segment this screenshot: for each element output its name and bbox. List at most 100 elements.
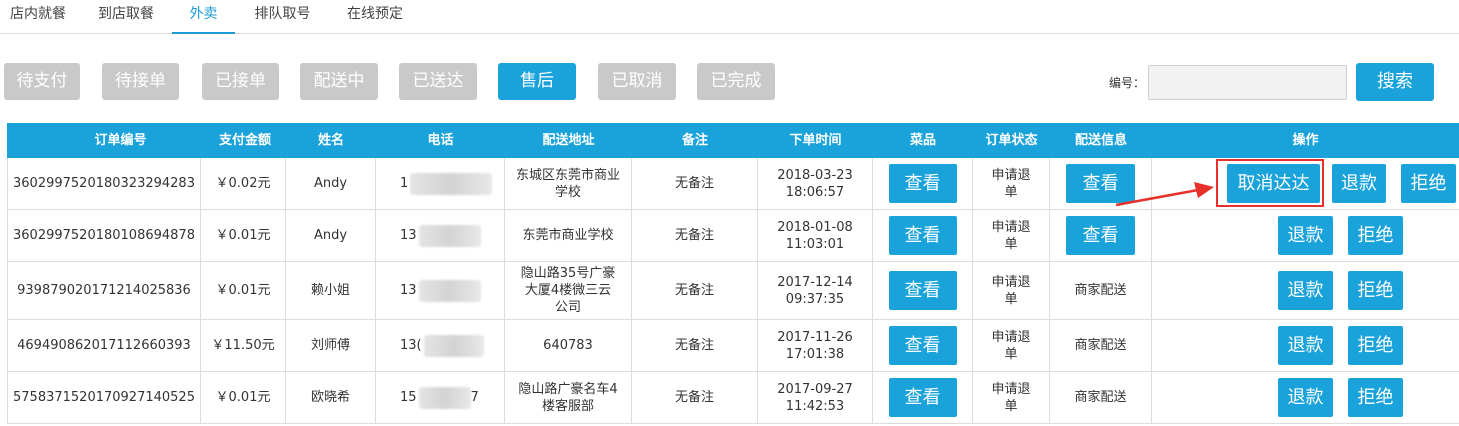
delivery-info-cell: 商家配送 — [1050, 372, 1152, 423]
phone-redacted-blur — [418, 279, 481, 302]
reject-button[interactable]: 拒绝 — [1348, 326, 1403, 365]
table-row: 469490862017112660393 ￥11.50元 刘师傅 13( 64… — [7, 320, 1459, 372]
order-time-cell: 2017-11-26 17:01:38 — [758, 320, 873, 371]
order-time: 2018-01-08 11:03:01 — [777, 219, 853, 252]
filter-accepted-button[interactable]: 已接单 — [202, 63, 279, 100]
header-name: 姓名 — [317, 133, 344, 148]
address-cell: 东城区东莞市商业学校 — [505, 158, 632, 209]
amount-cell: ￥0.01元 — [201, 262, 286, 319]
dishes-cell: 查看 — [873, 158, 973, 209]
phone-visible-digits: 13( — [400, 338, 422, 353]
tab-dine-in[interactable]: 店内就餐 — [0, 0, 76, 34]
refund-button[interactable]: 退款 — [1278, 326, 1333, 365]
filter-delivering-button[interactable]: 配送中 — [300, 63, 378, 100]
order-status: 申请退单 — [991, 219, 1031, 252]
reject-button[interactable]: 拒绝 — [1348, 271, 1403, 310]
view-delivery-button[interactable]: 查看 — [1066, 216, 1135, 255]
table-row: 3602997520180323294283 ￥0.02元 Andy 1 东城区… — [7, 158, 1459, 210]
order-number-cell: 3602997520180108694878 — [7, 210, 201, 261]
order-time: 2018-03-23 18:06:57 — [777, 167, 853, 200]
header-order-status: 订单状态 — [985, 133, 1038, 148]
order-number-cell: 3602997520180323294283 — [7, 158, 201, 209]
filter-pending-accept-button[interactable]: 待接单 — [102, 63, 179, 100]
phone-redacted-blur — [410, 172, 493, 195]
orders-table: 订单编号 支付金额 姓名 电话 配送地址 备注 下单时间 菜品 订单状态 配送信… — [7, 123, 1459, 424]
order-status: 申请退单 — [991, 274, 1031, 307]
tab-reservation[interactable]: 在线预定 — [331, 0, 419, 34]
phone-visible-digits: 13 — [400, 228, 417, 243]
reject-button[interactable]: 拒绝 — [1348, 216, 1403, 255]
table-header: 订单编号 支付金额 姓名 电话 配送地址 备注 下单时间 菜品 订单状态 配送信… — [7, 123, 1459, 158]
name-cell: Andy — [286, 210, 376, 261]
amount-cell: ￥0.02元 — [201, 158, 286, 209]
order-number-cell: 469490862017112660393 — [7, 320, 201, 371]
order-number-search-input[interactable] — [1148, 65, 1347, 100]
header-amount: 支付金额 — [218, 133, 271, 148]
address-cell: 640783 — [505, 320, 632, 371]
refund-button[interactable]: 退款 — [1278, 271, 1333, 310]
view-dishes-button[interactable]: 查看 — [888, 216, 957, 255]
header-note: 备注 — [681, 133, 708, 148]
status-cell: 申请退单 — [973, 372, 1050, 423]
header-order-time: 下单时间 — [789, 133, 842, 148]
phone-visible-digits: 13 — [400, 283, 417, 298]
tab-takeaway[interactable]: 外卖 — [172, 0, 235, 34]
tab-pickup[interactable]: 到店取餐 — [81, 0, 171, 34]
phone-visible-suffix: 7 — [470, 390, 479, 405]
name-cell: 刘师傅 — [286, 320, 376, 371]
view-dishes-button[interactable]: 查看 — [888, 271, 957, 310]
actions-cell: 退款 拒绝 — [1152, 262, 1459, 319]
red-arrow-icon — [1115, 182, 1214, 207]
phone-redacted-blur — [418, 386, 471, 409]
view-dishes-button[interactable]: 查看 — [888, 326, 957, 365]
amount-cell: ￥0.01元 — [201, 372, 286, 423]
header-address: 配送地址 — [542, 133, 595, 148]
phone-cell: 13( — [376, 320, 505, 371]
reject-button[interactable]: 拒绝 — [1401, 164, 1456, 203]
reject-button[interactable]: 拒绝 — [1348, 378, 1403, 417]
address-text: 隐山路广豪名车4楼客服部 — [518, 381, 618, 414]
filter-delivered-button[interactable]: 已送达 — [399, 63, 477, 100]
note-cell: 无备注 — [632, 262, 758, 319]
refund-button[interactable]: 退款 — [1278, 216, 1333, 255]
red-highlight-box — [1216, 159, 1324, 207]
refund-button[interactable]: 退款 — [1332, 164, 1386, 203]
name-cell: 赖小姐 — [286, 262, 376, 319]
dishes-cell: 查看 — [873, 262, 973, 319]
phone-cell: 15 7 — [376, 372, 505, 423]
phone-cell: 13 — [376, 262, 505, 319]
phone-redacted-blur — [418, 224, 481, 247]
table-row: 3602997520180108694878 ￥0.01元 Andy 13 东莞… — [7, 210, 1459, 262]
filter-pending-payment-button[interactable]: 待支付 — [4, 63, 80, 100]
view-dishes-button[interactable]: 查看 — [888, 164, 957, 203]
amount-cell: ￥11.50元 — [201, 320, 286, 371]
note-cell: 无备注 — [632, 210, 758, 261]
name-cell: Andy — [286, 158, 376, 209]
name-cell: 欧晓希 — [286, 372, 376, 423]
filter-after-sales-button[interactable]: 售后 — [498, 63, 576, 100]
actions-cell: 退款 拒绝 — [1152, 210, 1459, 261]
tab-queue[interactable]: 排队取号 — [237, 0, 328, 34]
search-button[interactable]: 搜索 — [1356, 63, 1434, 101]
order-status: 申请退单 — [991, 381, 1031, 414]
order-time: 2017-12-14 09:37:35 — [777, 274, 853, 307]
note-cell: 无备注 — [632, 158, 758, 209]
filter-completed-button[interactable]: 已完成 — [697, 63, 775, 100]
address-cell: 隐山路35号广豪大厦4楼微三云公司 — [505, 262, 632, 319]
header-order-number: 订单编号 — [94, 133, 147, 148]
actions-cell: 退款 拒绝 — [1152, 372, 1459, 423]
header-dishes: 菜品 — [909, 133, 936, 148]
order-type-tabs: 店内就餐 到店取餐 外卖 排队取号 在线预定 — [0, 0, 1459, 34]
dishes-cell: 查看 — [873, 372, 973, 423]
filter-cancelled-button[interactable]: 已取消 — [598, 63, 676, 100]
view-dishes-button[interactable]: 查看 — [888, 378, 957, 417]
phone-redacted-blur — [423, 334, 484, 357]
order-time: 2017-09-27 11:42:53 — [777, 381, 853, 414]
phone-visible-digits: 15 — [400, 390, 417, 405]
delivery-info-cell: 商家配送 — [1050, 320, 1152, 371]
order-number-cell: 5758371520170927140525 — [7, 372, 201, 423]
order-time-cell: 2018-01-08 11:03:01 — [758, 210, 873, 261]
header-actions: 操作 — [1292, 133, 1319, 148]
refund-button[interactable]: 退款 — [1278, 378, 1333, 417]
status-cell: 申请退单 — [973, 158, 1050, 209]
